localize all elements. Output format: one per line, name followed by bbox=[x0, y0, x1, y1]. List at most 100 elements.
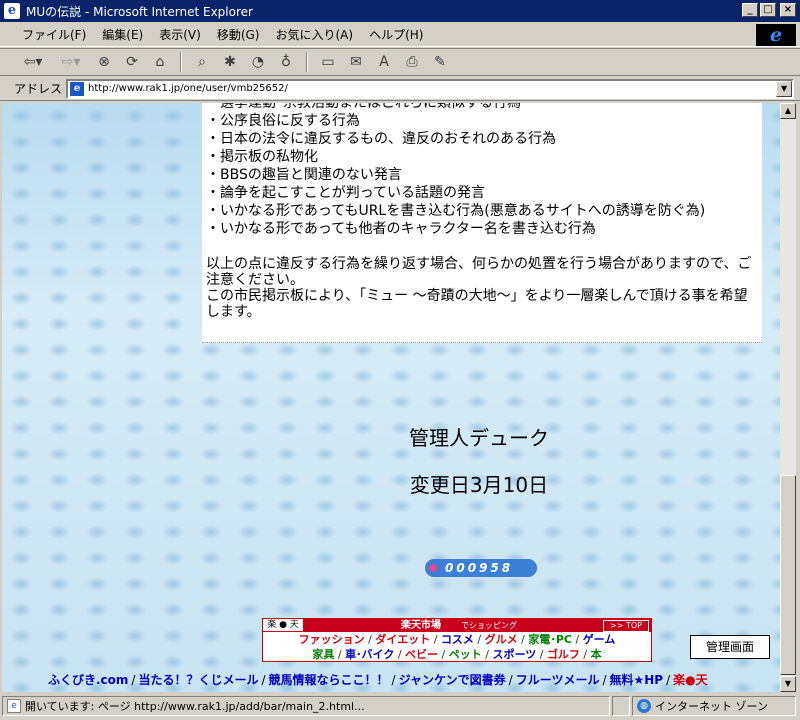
separator: / bbox=[536, 648, 547, 661]
menu-edit[interactable]: 編集(E) bbox=[94, 26, 151, 43]
menu-go[interactable]: 移動(G) bbox=[209, 26, 268, 43]
menu-help[interactable]: ヘルプ(H) bbox=[361, 26, 431, 43]
link-janken[interactable]: ジャンケンで図書券 bbox=[399, 673, 506, 687]
rakuten-link-pet[interactable]: ペット bbox=[449, 648, 482, 661]
menu-view[interactable]: 表示(V) bbox=[151, 26, 209, 43]
status-main: e 開いています: ページ http://www.rak1.jp/add/bar… bbox=[2, 696, 610, 716]
channels-button[interactable]: ♁ bbox=[274, 51, 298, 73]
scroll-up-button[interactable]: ▲ bbox=[780, 103, 796, 119]
forward-button[interactable]: ⇨▾ bbox=[54, 51, 88, 73]
print-icon: ⎙ bbox=[406, 54, 418, 70]
fullscreen-button[interactable]: ▭ bbox=[316, 51, 340, 73]
scrollbar-thumb[interactable] bbox=[780, 475, 796, 675]
rule-item: ・いかなる形であっても他者のキャラクター名を書き込む行為 bbox=[206, 221, 596, 237]
favorites-button[interactable]: ✱ bbox=[218, 51, 242, 73]
rakuten-link-golf[interactable]: ゴルフ bbox=[547, 648, 580, 661]
link-free-hp[interactable]: 無料★HP bbox=[610, 673, 664, 687]
address-dropdown-button[interactable]: ▼ bbox=[776, 80, 793, 97]
maximize-button[interactable]: □ bbox=[760, 3, 776, 17]
page-viewport: ・選挙運動･宗教活動またはこれらに類似する行為 ・公序良俗に反する行為 ・日本の… bbox=[2, 103, 780, 692]
rule-item: ・BBSの趣旨と関連のない発言 bbox=[206, 167, 402, 183]
stop-button[interactable]: ⊗ bbox=[92, 51, 116, 73]
edit-button[interactable]: ✎ bbox=[428, 51, 452, 73]
window-controls: _ □ × bbox=[742, 3, 796, 17]
rakuten-link-game[interactable]: ゲーム bbox=[583, 633, 616, 646]
channels-icon: ♁ bbox=[280, 54, 292, 70]
separator: / bbox=[602, 673, 607, 687]
rakuten-link-gourmet[interactable]: グルメ bbox=[485, 633, 518, 646]
toolbar-separator bbox=[180, 52, 182, 72]
separator: / bbox=[391, 673, 396, 687]
globe-icon: ◍ bbox=[637, 699, 651, 713]
rakuten-top-link[interactable]: >> TOP bbox=[603, 620, 649, 632]
home-button[interactable]: ⌂ bbox=[148, 51, 172, 73]
scroll-down-button[interactable]: ▼ bbox=[780, 676, 796, 692]
forward-arrow-icon: ⇨▾ bbox=[61, 54, 81, 70]
address-label: アドレス bbox=[14, 82, 63, 96]
rule-item: ・いかなる形であってもURLを書き込む行為(悪意あるサイトへの誘導を防ぐ為) bbox=[206, 203, 706, 219]
rakuten-link-baby[interactable]: ベビー bbox=[405, 648, 438, 661]
rakuten-link-sports[interactable]: スポーツ bbox=[492, 648, 536, 661]
address-url[interactable]: http://www.rak1.jp/one/user/vmb25652/ bbox=[88, 83, 288, 94]
rule-item: ・掲示板の私物化 bbox=[206, 149, 318, 165]
vertical-scrollbar[interactable]: ▲ ▼ bbox=[780, 103, 796, 692]
rakuten-logo[interactable]: 楽 ● 天 bbox=[263, 619, 303, 631]
rakuten-link-cosme[interactable]: コスメ bbox=[441, 633, 474, 646]
page-icon: e bbox=[70, 81, 85, 96]
rule-item: ・選挙運動･宗教活動またはこれらに類似する行為 bbox=[206, 103, 521, 111]
mail-icon: ✉ bbox=[350, 54, 362, 70]
link-rakuten[interactable]: 楽●天 bbox=[673, 673, 707, 687]
arrow-up-icon: ▲ bbox=[784, 106, 792, 115]
rakuten-link-book[interactable]: 本 bbox=[591, 648, 602, 661]
rule-item: ・公序良俗に反する行為 bbox=[206, 113, 360, 129]
rakuten-link-fashion[interactable]: ファッション bbox=[299, 633, 365, 646]
rakuten-banner[interactable]: 楽 ● 天 楽天市場 でショッピング >> TOP ファッション / ダイエット… bbox=[262, 618, 652, 662]
address-bar: アドレス e http://www.rak1.jp/one/user/vmb25… bbox=[0, 77, 800, 101]
search-icon: ⌕ bbox=[198, 54, 206, 70]
ie-window-icon[interactable]: e bbox=[4, 3, 20, 19]
font-icon: A bbox=[379, 54, 389, 70]
font-button[interactable]: A bbox=[372, 51, 396, 73]
fullscreen-icon: ▭ bbox=[321, 54, 335, 70]
separator: / bbox=[508, 673, 513, 687]
close-button[interactable]: × bbox=[780, 3, 796, 17]
access-counter: 000958 bbox=[425, 559, 537, 577]
back-arrow-icon: ⇦▾ bbox=[23, 54, 43, 70]
separator: / bbox=[481, 648, 493, 661]
menu-favorites[interactable]: お気に入り(A) bbox=[267, 26, 361, 43]
toolbar: ⇦▾ ⇨▾ ⊗ ⟳ ⌂ ⌕ ✱ ◔ ♁ ▭ ✉ A ⎙ ✎ bbox=[0, 48, 800, 76]
print-button[interactable]: ⎙ bbox=[400, 51, 424, 73]
separator: / bbox=[364, 633, 376, 646]
link-fruit-mail[interactable]: フルーツメール bbox=[516, 673, 600, 687]
rakuten-header: 楽 ● 天 楽天市場 でショッピング >> TOP bbox=[263, 619, 651, 632]
separator: / bbox=[517, 633, 529, 646]
mail-button[interactable]: ✉ bbox=[344, 51, 368, 73]
rakuten-link-furniture[interactable]: 家具 bbox=[312, 648, 334, 661]
rakuten-link-electronics[interactable]: 家電･PC bbox=[528, 633, 572, 646]
address-input[interactable]: e http://www.rak1.jp/one/user/vmb25652/ … bbox=[66, 78, 795, 99]
status-bar: e 開いています: ページ http://www.rak1.jp/add/bar… bbox=[0, 694, 800, 718]
edit-icon: ✎ bbox=[434, 54, 446, 70]
minimize-button[interactable]: _ bbox=[742, 3, 758, 17]
rakuten-title[interactable]: 楽天市場 bbox=[401, 619, 441, 632]
history-button[interactable]: ◔ bbox=[246, 51, 270, 73]
toolbar-separator bbox=[306, 52, 308, 72]
link-fukubiki[interactable]: ふくびき.com bbox=[48, 673, 128, 687]
loading-page-icon: e bbox=[7, 699, 21, 713]
admin-page-button[interactable]: 管理画面 bbox=[690, 635, 770, 659]
separator: / bbox=[261, 673, 266, 687]
title-bar: e MUの伝説 - Microsoft Internet Explorer _ … bbox=[0, 0, 800, 22]
back-button[interactable]: ⇦▾ bbox=[16, 51, 50, 73]
counter-value: 000958 bbox=[445, 561, 514, 575]
link-keiba[interactable]: 競馬情報ならここ！！ bbox=[269, 673, 389, 687]
rakuten-link-car[interactable]: 車･バイク bbox=[345, 648, 394, 661]
arrow-down-icon: ▼ bbox=[784, 679, 792, 688]
rakuten-category-row: 家具 / 車･バイク / ベビー / ペット / スポーツ / ゴルフ / 本 bbox=[263, 647, 651, 662]
search-button[interactable]: ⌕ bbox=[190, 51, 214, 73]
status-cell bbox=[612, 696, 630, 716]
separator: / bbox=[131, 673, 136, 687]
rakuten-link-diet[interactable]: ダイエット bbox=[375, 633, 430, 646]
menu-file[interactable]: ファイル(F) bbox=[14, 26, 94, 43]
link-kuji-mail[interactable]: 当たる！？くじメール bbox=[138, 673, 258, 687]
refresh-button[interactable]: ⟳ bbox=[120, 51, 144, 73]
